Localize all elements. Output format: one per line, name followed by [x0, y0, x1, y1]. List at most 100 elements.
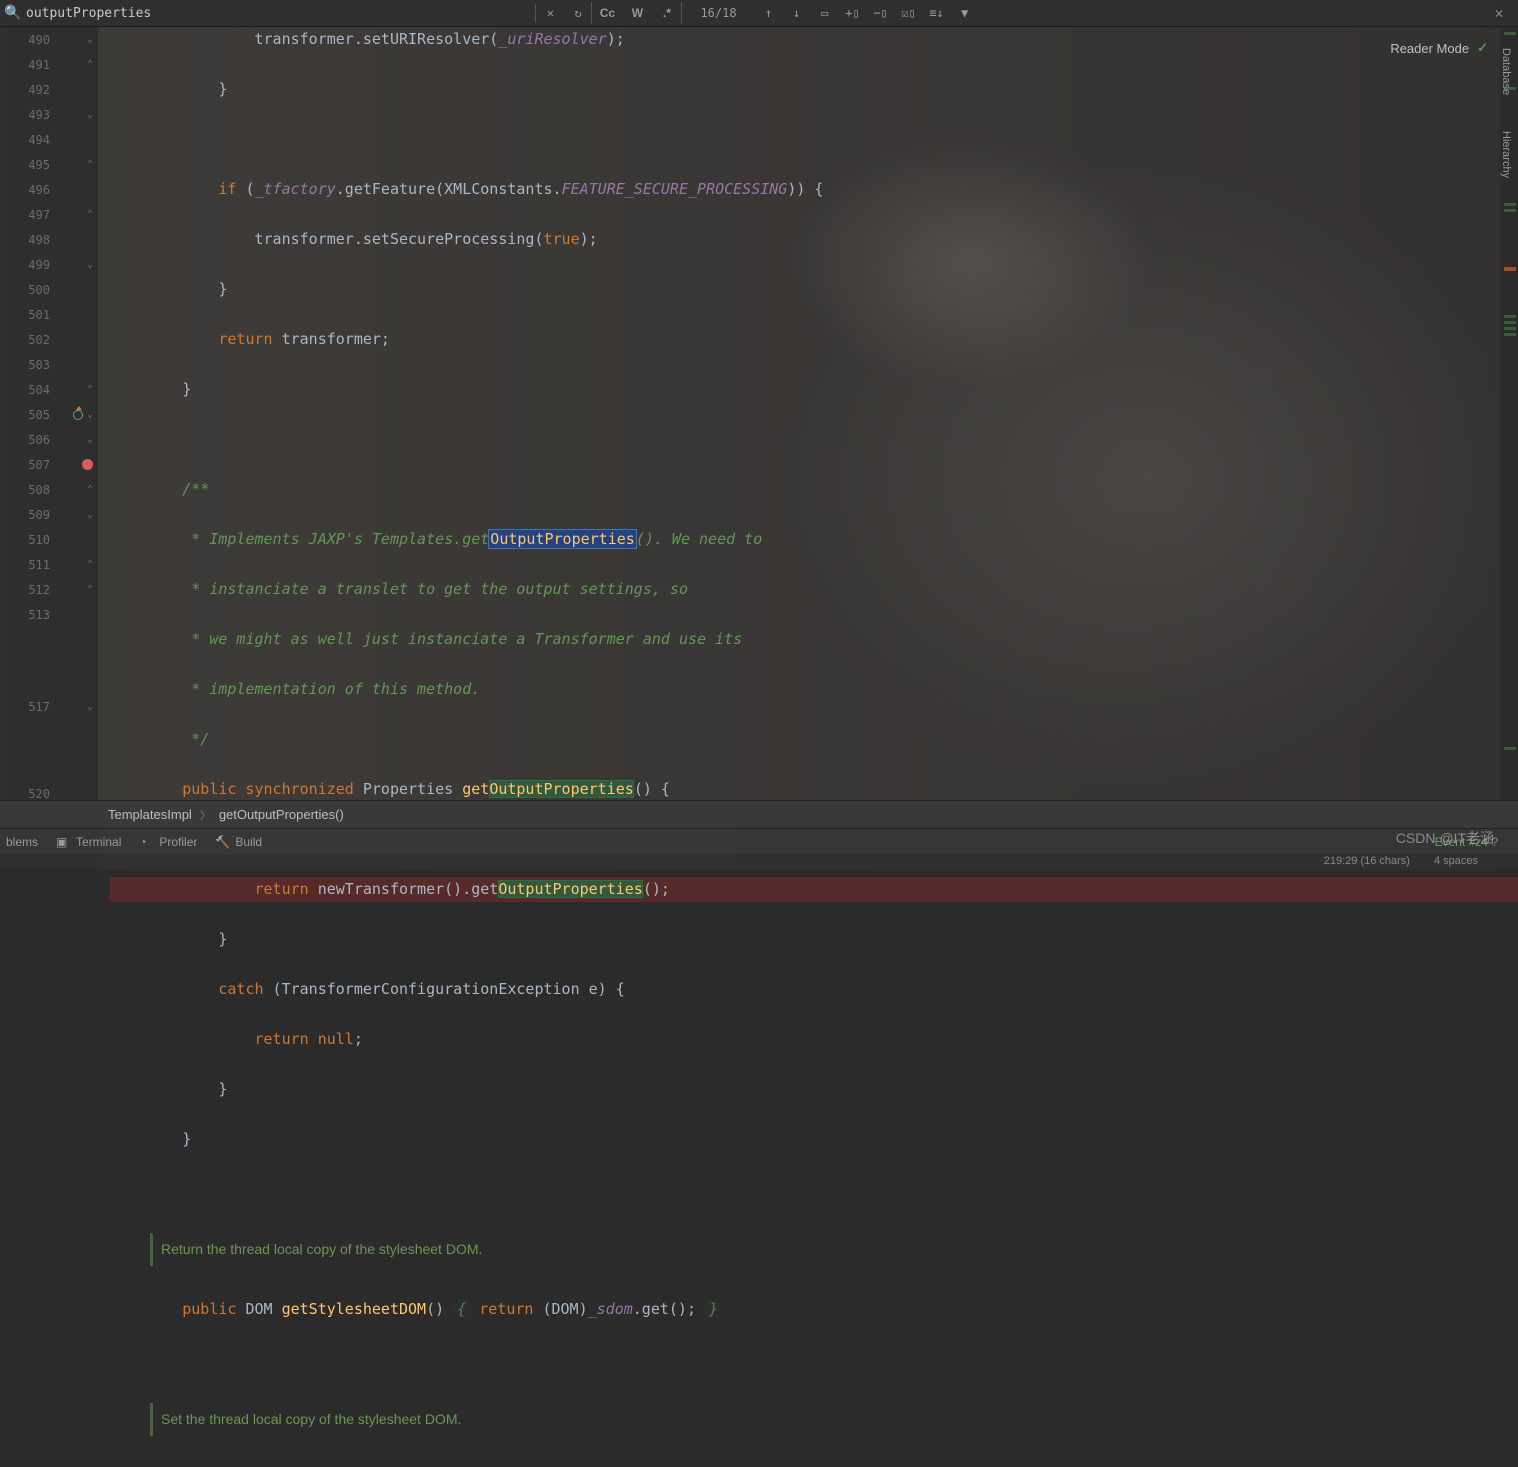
indent-info[interactable]: 4 spaces: [1434, 855, 1478, 867]
line-number-row[interactable]: 510: [8, 527, 99, 552]
whole-word-toggle[interactable]: W: [622, 2, 652, 24]
line-number-row[interactable]: 505⌄: [8, 402, 99, 427]
line-number-gutter[interactable]: 490⌄491⌃492493⌄494495⌃496497⌃498499⌄5005…: [8, 27, 100, 800]
find-input[interactable]: [22, 4, 536, 23]
line-number-row[interactable]: [8, 669, 99, 694]
fold-end-icon: ⌃: [87, 559, 93, 570]
line-number: 510: [12, 533, 50, 547]
line-number-row[interactable]: 512⌃: [8, 577, 99, 602]
line-number-row[interactable]: 511 ⌃: [8, 552, 99, 577]
hierarchy-tool-tab[interactable]: Hierarchy: [1498, 123, 1514, 186]
find-remove-selection-button[interactable]: −▯: [867, 2, 895, 24]
reader-mode-toggle[interactable]: Reader Mode ✓: [1390, 40, 1488, 56]
find-sort-button[interactable]: ≡↓: [923, 2, 951, 24]
fold-toggle-icon[interactable]: ⌄: [87, 701, 93, 712]
line-number-row[interactable]: 490 ⌄: [8, 27, 99, 52]
find-filter-button[interactable]: ▼: [951, 2, 979, 24]
line-number: 508: [12, 483, 50, 497]
line-number: 509: [12, 508, 50, 522]
find-bar: 🔍 ✕ ↻ Cc W .* 16/18 ↑ ↓ ▭ +▯ −▯ ☑▯ ≡↓ ▼ …: [0, 0, 1518, 27]
line-number: 491: [12, 58, 50, 72]
find-history-button[interactable]: ↻: [564, 2, 592, 24]
line-number: 513: [12, 608, 50, 622]
code-pane[interactable]: transformer.setURIResolver(_uriResolver)…: [100, 27, 1518, 800]
terminal-icon: ▣: [56, 835, 70, 849]
line-number: 503: [12, 358, 50, 372]
line-number: 506: [12, 433, 50, 447]
line-number-row[interactable]: 496: [8, 177, 99, 202]
search-match-current: OutputProperties: [489, 530, 636, 548]
database-tool-tab[interactable]: Database: [1498, 40, 1514, 103]
line-number-row[interactable]: 497⌃: [8, 202, 99, 227]
fold-toggle-icon[interactable]: ⌄: [87, 34, 93, 45]
line-number-row[interactable]: 494: [8, 127, 99, 152]
match-case-toggle[interactable]: Cc: [592, 2, 622, 24]
breadcrumb-item[interactable]: TemplatesImpl: [100, 807, 200, 822]
override-icon[interactable]: [73, 410, 83, 420]
line-number: 498: [12, 233, 50, 247]
line-number-row[interactable]: 507: [8, 452, 99, 477]
find-prev-button[interactable]: ↑: [755, 2, 783, 24]
fold-end-icon: ⌃: [87, 59, 93, 70]
chevron-right-icon: 〉: [200, 807, 211, 823]
line-number: 511: [12, 558, 50, 572]
reader-mode-label: Reader Mode: [1390, 41, 1469, 56]
fold-toggle-icon[interactable]: ⌄: [87, 509, 93, 520]
code-editor: 490⌄491⌃492493⌄494495⌃496497⌃498499⌄5005…: [0, 27, 1518, 800]
line-number-row[interactable]: 493 ⌄: [8, 102, 99, 127]
line-number-row[interactable]: 508 ⌃: [8, 477, 99, 502]
breadcrumb-item[interactable]: getOutputProperties(): [211, 807, 352, 822]
find-select-all-button[interactable]: ▭: [811, 2, 839, 24]
fold-toggle-icon[interactable]: ⌄: [87, 259, 93, 270]
line-number: 520: [12, 787, 50, 801]
breakpoint-line: return newTransformer().getOutputPropert…: [110, 877, 1518, 902]
line-number-row[interactable]: 491 ⌃: [8, 52, 99, 77]
line-number: 492: [12, 83, 50, 97]
regex-toggle[interactable]: .*: [652, 2, 682, 24]
line-number-row[interactable]: 498: [8, 227, 99, 252]
rendered-javadoc: Return the thread local copy of the styl…: [150, 1233, 1518, 1266]
line-number: 497: [12, 208, 50, 222]
profiler-icon: ◔: [139, 835, 153, 849]
find-match-count: 16/18: [682, 6, 754, 20]
line-number-row[interactable]: 492: [8, 77, 99, 102]
search-icon: 🔍: [4, 5, 22, 21]
line-number: 496: [12, 183, 50, 197]
line-number-row[interactable]: 504⌃: [8, 377, 99, 402]
line-number: 500: [12, 283, 50, 297]
check-icon: ✓: [1477, 40, 1488, 56]
source-code[interactable]: transformer.setURIResolver(_uriResolver)…: [100, 27, 1518, 1467]
line-number: 490: [12, 33, 50, 47]
line-number-row[interactable]: 503: [8, 352, 99, 377]
problems-tool-tab[interactable]: blems: [6, 835, 38, 849]
fold-toggle-icon[interactable]: ⌄: [87, 109, 93, 120]
find-next-button[interactable]: ↓: [783, 2, 811, 24]
line-number-row[interactable]: 509 ⌄: [8, 502, 99, 527]
profiler-tool-tab[interactable]: ◔Profiler: [139, 835, 197, 849]
line-number: 495: [12, 158, 50, 172]
find-add-selection-button[interactable]: +▯: [839, 2, 867, 24]
line-number-row[interactable]: 499 ⌄: [8, 252, 99, 277]
fold-toggle-icon[interactable]: ⌄: [87, 434, 93, 445]
line-number-row[interactable]: 513: [8, 602, 99, 627]
line-number-row[interactable]: 495⌃: [8, 152, 99, 177]
fold-toggle-icon[interactable]: ⌄: [87, 409, 93, 420]
build-tool-tab[interactable]: 🔨Build: [215, 835, 262, 849]
line-number-row[interactable]: 502: [8, 327, 99, 352]
breakpoint-icon[interactable]: [82, 459, 93, 470]
find-close-button[interactable]: ✕: [1484, 4, 1514, 22]
search-match: OutputProperties: [498, 880, 643, 898]
find-clear-button[interactable]: ✕: [536, 2, 564, 24]
line-number-row[interactable]: 501: [8, 302, 99, 327]
line-number: 499: [12, 258, 50, 272]
terminal-tool-tab[interactable]: ▣Terminal: [56, 835, 121, 849]
line-number: 493: [12, 108, 50, 122]
search-match: OutputProperties: [489, 780, 634, 798]
find-select-occurrences-button[interactable]: ☑▯: [895, 2, 923, 24]
fold-end-icon: ⌃: [87, 584, 93, 595]
fold-end-icon: ⌃: [87, 484, 93, 495]
line-number: 504: [12, 383, 50, 397]
line-number-row[interactable]: 500: [8, 277, 99, 302]
line-number-row[interactable]: 506 ⌄: [8, 427, 99, 452]
line-number-row[interactable]: 517⌄: [8, 694, 99, 719]
